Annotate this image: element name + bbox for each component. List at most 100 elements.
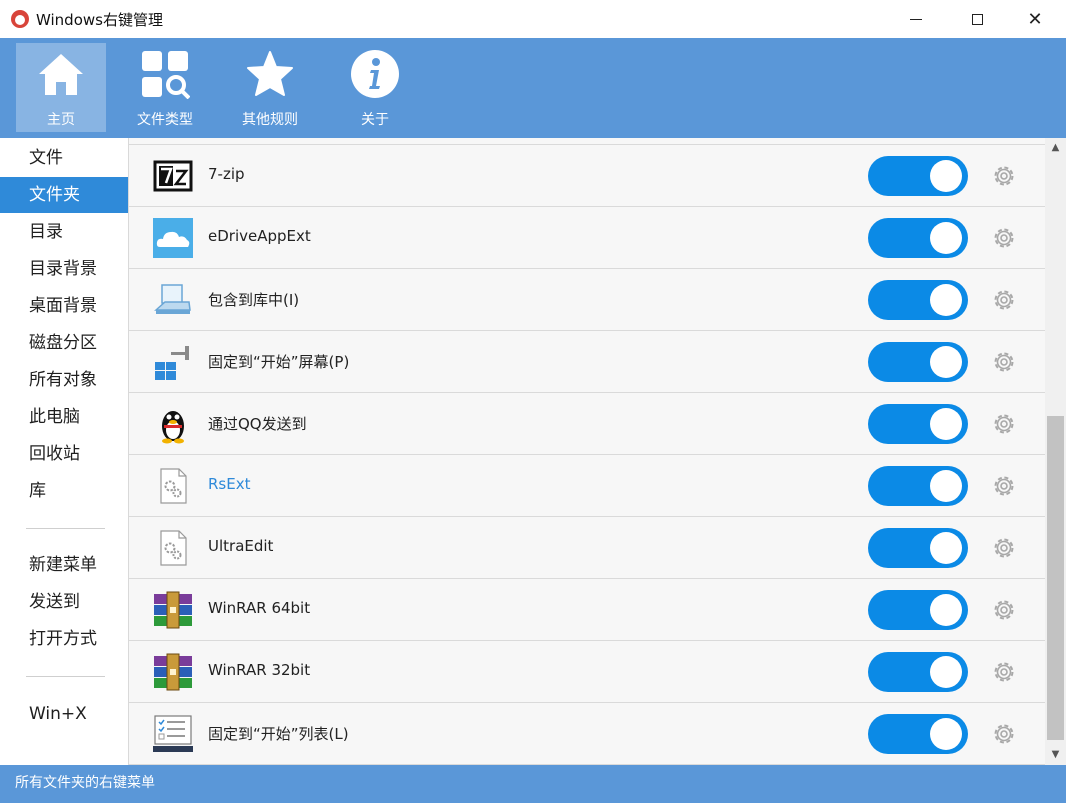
pin-start-icon: [155, 346, 189, 380]
list-item-label: RsExt: [208, 475, 251, 493]
toggle-knob: [930, 656, 962, 688]
settings-file-icon: [160, 468, 187, 504]
sidebar-item-send-to[interactable]: 发送到: [0, 584, 128, 620]
list-item-label: 固定到“开始”屏幕(P): [208, 353, 350, 371]
list-item[interactable]: 包含到库中(I): [129, 269, 1045, 331]
gear-icon[interactable]: [991, 163, 1017, 189]
minimize-button[interactable]: [887, 0, 945, 38]
tab-file-types[interactable]: 文件类型: [120, 43, 210, 132]
settings-file-icon: [160, 530, 187, 566]
sidebar-item-new-menu[interactable]: 新建菜单: [0, 547, 128, 583]
gear-icon[interactable]: [991, 411, 1017, 437]
gear-icon[interactable]: [991, 597, 1017, 623]
list-item-label: UltraEdit: [208, 537, 274, 555]
menu-item-list: 7-zip eDriveAppExt 包含到库中(I) 固定到“开始”屏幕(P)…: [129, 138, 1045, 765]
sidebar-item-directory[interactable]: 目录: [0, 214, 128, 250]
sidebar-item-this-pc[interactable]: 此电脑: [0, 399, 128, 435]
list-item[interactable]: 通过QQ发送到: [129, 393, 1045, 455]
7zip-icon: [153, 160, 193, 192]
scroll-down-button[interactable]: ▼: [1045, 745, 1066, 765]
sidebar: 文件 文件夹 目录 目录背景 桌面背景 磁盘分区 所有对象 此电脑 回收站 库 …: [0, 138, 129, 765]
maximize-icon: [971, 13, 983, 25]
gear-icon[interactable]: [991, 659, 1017, 685]
list-item[interactable]: eDriveAppExt: [129, 207, 1045, 269]
enable-toggle[interactable]: [868, 218, 968, 258]
sidebar-item-recycle-bin[interactable]: 回收站: [0, 436, 128, 472]
vertical-scrollbar[interactable]: ▲ ▼: [1045, 138, 1066, 765]
list-item[interactable]: 固定到“开始”屏幕(P): [129, 331, 1045, 393]
tab-other-rules-label: 其他规则: [242, 112, 298, 128]
list-item[interactable]: 7-zip: [129, 145, 1045, 207]
tab-file-types-label: 文件类型: [137, 112, 193, 128]
gear-icon[interactable]: [991, 473, 1017, 499]
enable-toggle[interactable]: [868, 156, 968, 196]
sidebar-item-drive[interactable]: 磁盘分区: [0, 325, 128, 361]
toggle-knob: [930, 470, 962, 502]
maximize-button[interactable]: [948, 0, 1006, 38]
enable-toggle[interactable]: [868, 528, 968, 568]
toggle-knob: [930, 222, 962, 254]
enable-toggle[interactable]: [868, 404, 968, 444]
gear-icon[interactable]: [991, 349, 1017, 375]
tab-home[interactable]: 主页: [16, 43, 106, 132]
toggle-knob: [930, 594, 962, 626]
list-item[interactable]: WinRAR 64bit: [129, 579, 1045, 641]
tab-other-rules[interactable]: 其他规则: [225, 43, 315, 132]
gear-icon[interactable]: [991, 225, 1017, 251]
status-bar: 所有文件夹的右键菜单: [0, 765, 1066, 803]
app-icon: [11, 10, 29, 28]
main-toolbar: 主页 文件类型 其他规则 关于: [0, 38, 1066, 138]
sidebar-item-folder[interactable]: 文件夹: [0, 177, 128, 213]
tab-about-label: 关于: [361, 112, 389, 128]
sidebar-item-winx[interactable]: Win+X: [0, 696, 128, 732]
sidebar-item-library[interactable]: 库: [0, 473, 128, 509]
enable-toggle[interactable]: [868, 652, 968, 692]
list-item-label: 7-zip: [208, 165, 245, 183]
winrar-icon: [154, 653, 192, 691]
list-item-label: WinRAR 32bit: [208, 661, 311, 679]
library-icon: [154, 284, 191, 314]
sidebar-divider: [26, 676, 105, 677]
toggle-knob: [930, 718, 962, 750]
enable-toggle[interactable]: [868, 466, 968, 506]
tab-home-label: 主页: [47, 112, 75, 128]
list-item-label: 包含到库中(I): [208, 291, 300, 309]
toggle-knob: [930, 532, 962, 564]
enable-toggle[interactable]: [868, 280, 968, 320]
minimize-icon: [910, 18, 922, 20]
toggle-knob: [930, 160, 962, 192]
sidebar-item-desktop-background[interactable]: 桌面背景: [0, 288, 128, 324]
toggle-knob: [930, 284, 962, 316]
enable-toggle[interactable]: [868, 342, 968, 382]
sidebar-divider: [26, 528, 105, 529]
cloud-icon: [153, 218, 193, 258]
tab-about[interactable]: 关于: [330, 43, 420, 132]
list-item[interactable]: UltraEdit: [129, 517, 1045, 579]
toggle-knob: [930, 346, 962, 378]
list-item-label: 固定到“开始”列表(L): [208, 725, 349, 743]
start-list-icon: [153, 715, 193, 752]
sidebar-item-all-objects[interactable]: 所有对象: [0, 362, 128, 398]
close-icon: ✕: [1027, 8, 1043, 30]
list-item-label: WinRAR 64bit: [208, 599, 311, 617]
gear-icon[interactable]: [991, 721, 1017, 747]
scrollbar-thumb[interactable]: [1047, 416, 1064, 740]
list-item[interactable]: WinRAR 32bit: [129, 641, 1045, 703]
info-icon: [351, 50, 399, 98]
enable-toggle[interactable]: [868, 590, 968, 630]
winrar-icon: [154, 591, 192, 629]
enable-toggle[interactable]: [868, 714, 968, 754]
sidebar-item-directory-background[interactable]: 目录背景: [0, 251, 128, 287]
gear-icon[interactable]: [991, 535, 1017, 561]
scroll-up-button[interactable]: ▲: [1045, 138, 1066, 158]
list-item[interactable]: 固定到“开始”列表(L): [129, 703, 1045, 765]
list-item[interactable]: RsExt: [129, 455, 1045, 517]
star-icon: [247, 51, 293, 96]
gear-icon[interactable]: [991, 287, 1017, 313]
sidebar-item-open-with[interactable]: 打开方式: [0, 621, 128, 657]
close-button[interactable]: ✕: [1006, 0, 1064, 38]
toggle-knob: [930, 408, 962, 440]
qq-penguin-icon: [162, 411, 184, 444]
window-title: Windows右键管理: [36, 11, 163, 29]
sidebar-item-file[interactable]: 文件: [0, 140, 128, 176]
